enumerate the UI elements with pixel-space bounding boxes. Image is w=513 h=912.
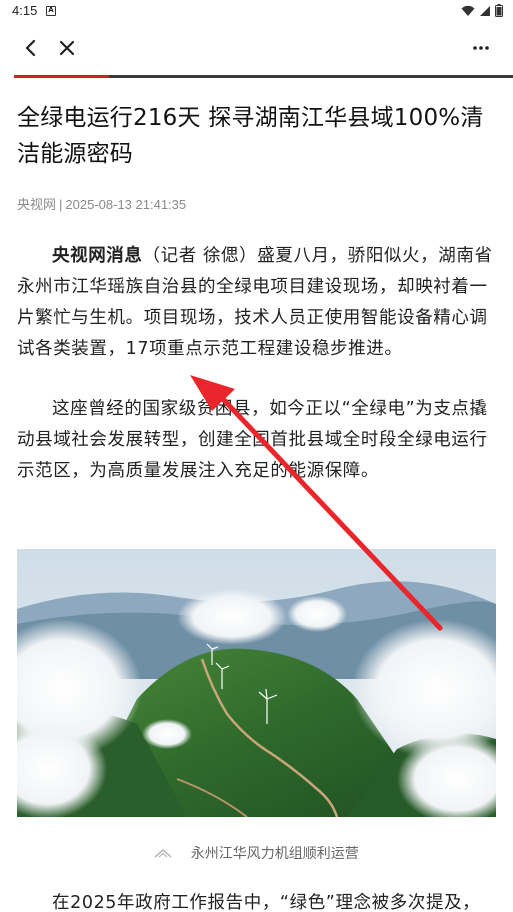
paragraph-1: 央视网消息（记者 徐偲）盛夏八月，骄阳似火，湖南省永州市江华瑶族自治县的全绿电项… (17, 241, 497, 365)
nav-bar (0, 24, 513, 72)
article-photo[interactable] (17, 549, 496, 817)
article: 全绿电运行216天 探寻湖南江华县域100%清洁能源密码 央视网 | 2025-08… (17, 100, 497, 487)
article-source: 央视网 (17, 197, 57, 212)
caption-text: 永州江华风力机组顺利运营 (190, 846, 359, 862)
more-icon (473, 46, 489, 50)
signal-icon (480, 5, 490, 16)
close-icon (59, 40, 75, 56)
battery-icon (495, 4, 503, 17)
caption-triangle-icon (154, 848, 172, 858)
reading-progress-fill (14, 75, 109, 78)
paragraph-3: 在2025年政府工作报告中，“绿色”理念被多次提及， (52, 893, 481, 912)
app-notification-icon: A (46, 6, 56, 16)
close-button[interactable] (51, 32, 83, 64)
wind-farm-landscape-image (17, 549, 496, 817)
article-datetime: 2025-08-13 21:41:35 (65, 197, 187, 212)
back-arrow-icon (25, 39, 36, 57)
status-time: 4:15 (12, 3, 38, 18)
paragraph-2: 这座曾经的国家级贫困县，如今正以“全绿电”为支点撬动县域社会发展转型，创建全国首… (17, 399, 488, 481)
meta-separator: | (59, 197, 63, 212)
image-caption: 永州江华风力机组顺利运营 (0, 843, 513, 863)
article-meta: 央视网 | 2025-08-13 21:41:35 (17, 194, 497, 213)
status-bar: 4:15 A (0, 0, 513, 24)
back-button[interactable] (14, 32, 46, 64)
more-button[interactable] (465, 32, 497, 64)
status-icons (461, 4, 503, 17)
paragraph-lead: 央视网消息 (52, 246, 143, 266)
reading-progress-bar (14, 75, 513, 78)
wifi-icon (461, 5, 475, 16)
article-title: 全绿电运行216天 探寻湖南江华县域100%清洁能源密码 (17, 105, 484, 167)
